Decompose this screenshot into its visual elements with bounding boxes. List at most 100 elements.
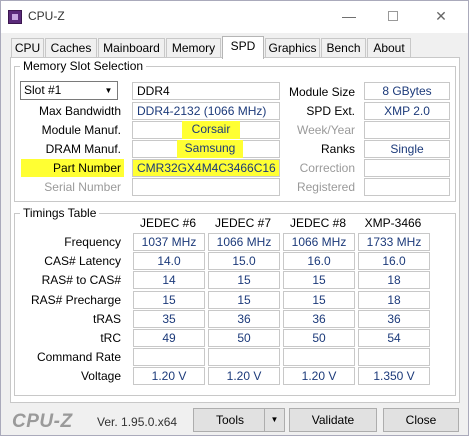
timings-column-header: JEDEC #7 bbox=[214, 216, 272, 230]
timing-row-label: RAS# Precharge bbox=[30, 292, 121, 307]
timing-cell: 1066 MHz bbox=[208, 233, 280, 251]
timing-cell bbox=[133, 348, 205, 367]
tools-button[interactable]: Tools ▼ bbox=[193, 408, 285, 432]
timing-cell: 35 bbox=[133, 309, 205, 328]
tab-caches[interactable]: Caches bbox=[45, 38, 97, 58]
module-size-value: 8 GBytes bbox=[364, 82, 450, 100]
timings-column-header: XMP-3466 bbox=[364, 216, 422, 230]
dram-manuf-value: Samsung bbox=[177, 140, 243, 158]
timings-group-title: Timings Table bbox=[20, 206, 100, 220]
validate-button-label: Validate bbox=[311, 413, 355, 427]
chevron-down-icon: ▼ bbox=[104, 86, 113, 95]
timing-cell: 14.0 bbox=[133, 252, 205, 271]
close-button[interactable]: Close bbox=[383, 408, 459, 432]
tab-about[interactable]: About bbox=[367, 38, 411, 58]
timing-cell: 15 bbox=[283, 271, 355, 290]
version-text: Ver. 1.95.0.x64 bbox=[97, 415, 178, 429]
slot-select[interactable]: Slot #1 ▼ bbox=[20, 81, 118, 100]
window-title: CPU-Z bbox=[28, 9, 65, 23]
serial-number-value bbox=[132, 178, 280, 196]
tab-bench-label: Bench bbox=[326, 41, 361, 55]
maximize-icon bbox=[388, 11, 398, 21]
spd-ext-value: XMP 2.0 bbox=[364, 102, 450, 120]
module-manuf-label: Module Manuf. bbox=[41, 123, 121, 137]
timing-cell: 15.0 bbox=[208, 252, 280, 271]
chevron-down-icon: ▼ bbox=[270, 415, 279, 424]
timing-cell: 50 bbox=[283, 329, 355, 347]
timing-cell: 1.20 V bbox=[208, 367, 280, 386]
validate-button[interactable]: Validate bbox=[289, 408, 377, 432]
timing-cell bbox=[208, 348, 280, 367]
close-window-button[interactable]: ✕ bbox=[419, 1, 463, 31]
minimize-button[interactable]: — bbox=[327, 1, 371, 31]
timing-cell: 15 bbox=[208, 290, 280, 309]
tab-bench[interactable]: Bench bbox=[321, 38, 366, 58]
registered-label: Registered bbox=[296, 180, 355, 194]
minimize-icon: — bbox=[342, 8, 356, 24]
timing-cell: 1066 MHz bbox=[283, 233, 355, 251]
timing-cell bbox=[358, 348, 430, 367]
tab-spd-label: SPD bbox=[230, 39, 256, 53]
timing-row-label: RAS# to CAS# bbox=[41, 273, 121, 288]
timing-cell: 16.0 bbox=[283, 252, 355, 271]
dram-manuf-value-box: Samsung bbox=[132, 140, 280, 158]
timing-row-label: tRAS bbox=[92, 311, 121, 326]
tab-spd[interactable]: SPD bbox=[222, 36, 264, 59]
memory-slot-group-title: Memory Slot Selection bbox=[20, 59, 147, 73]
timing-cell: 36 bbox=[283, 309, 355, 328]
timing-cell: 16.0 bbox=[358, 252, 430, 271]
timing-cell: 18 bbox=[358, 290, 430, 309]
spd-ext-label: SPD Ext. bbox=[306, 104, 355, 118]
close-button-label: Close bbox=[405, 413, 437, 427]
tab-memory[interactable]: Memory bbox=[166, 38, 221, 58]
ranks-value: Single bbox=[364, 140, 450, 158]
timing-cell bbox=[283, 348, 355, 367]
timing-row-label: Command Rate bbox=[36, 350, 121, 365]
week-year-value bbox=[364, 121, 450, 139]
timing-cell: 36 bbox=[358, 309, 430, 328]
timing-cell: 50 bbox=[208, 329, 280, 347]
tab-graphics-label: Graphics bbox=[268, 41, 317, 55]
timing-row-label: CAS# Latency bbox=[44, 254, 121, 269]
max-bandwidth-value: DDR4-2132 (1066 MHz) bbox=[132, 102, 280, 120]
timing-cell: 14 bbox=[133, 271, 205, 290]
week-year-label: Week/Year bbox=[296, 123, 355, 137]
ranks-label: Ranks bbox=[320, 142, 355, 156]
part-number-label: Part Number bbox=[21, 159, 124, 177]
cpu-z-window: CPU-Z — ✕ CPU Caches Mainboard Memory SP… bbox=[0, 0, 469, 436]
tab-caches-label: Caches bbox=[50, 41, 92, 55]
timing-cell: 1037 MHz bbox=[133, 233, 205, 251]
serial-number-label: Serial Number bbox=[44, 180, 121, 194]
timing-cell: 1733 MHz bbox=[358, 233, 430, 251]
cpu-z-logo: CPU-Z bbox=[12, 411, 73, 432]
timing-row-label: Frequency bbox=[64, 235, 121, 249]
timing-row-label: Voltage bbox=[80, 369, 121, 384]
title-bar: CPU-Z — ✕ bbox=[1, 1, 468, 33]
timings-column-header: JEDEC #8 bbox=[289, 216, 347, 230]
tab-mainboard-label: Mainboard bbox=[103, 41, 160, 55]
slot-select-value: Slot #1 bbox=[24, 83, 62, 97]
tab-graphics[interactable]: Graphics bbox=[265, 38, 320, 58]
cpu-z-app-icon bbox=[8, 10, 22, 24]
tab-about-label: About bbox=[373, 41, 405, 55]
registered-value bbox=[364, 178, 450, 196]
timing-row-label: tRC bbox=[100, 331, 121, 345]
tab-mainboard[interactable]: Mainboard bbox=[98, 38, 165, 58]
module-manuf-value-box: Corsair bbox=[132, 121, 280, 139]
maximize-button[interactable] bbox=[371, 1, 415, 31]
part-number-value: CMR32GX4M4C3466C16 bbox=[132, 159, 280, 177]
timing-cell: 15 bbox=[133, 290, 205, 309]
timing-cell: 15 bbox=[283, 290, 355, 309]
timings-column-header: JEDEC #6 bbox=[139, 216, 197, 230]
timing-cell: 36 bbox=[208, 309, 280, 328]
tab-cpu-label: CPU bbox=[14, 41, 41, 55]
timing-cell: 1.350 V bbox=[358, 367, 430, 386]
timing-cell: 18 bbox=[358, 271, 430, 290]
dram-manuf-label: DRAM Manuf. bbox=[45, 142, 121, 156]
memory-type-value: DDR4 bbox=[132, 82, 280, 100]
max-bandwidth-label: Max Bandwidth bbox=[38, 104, 121, 118]
close-icon: ✕ bbox=[435, 8, 447, 24]
tools-dropdown-arrow[interactable]: ▼ bbox=[264, 409, 284, 431]
correction-label: Correction bbox=[299, 161, 355, 175]
tab-cpu[interactable]: CPU bbox=[11, 38, 44, 58]
